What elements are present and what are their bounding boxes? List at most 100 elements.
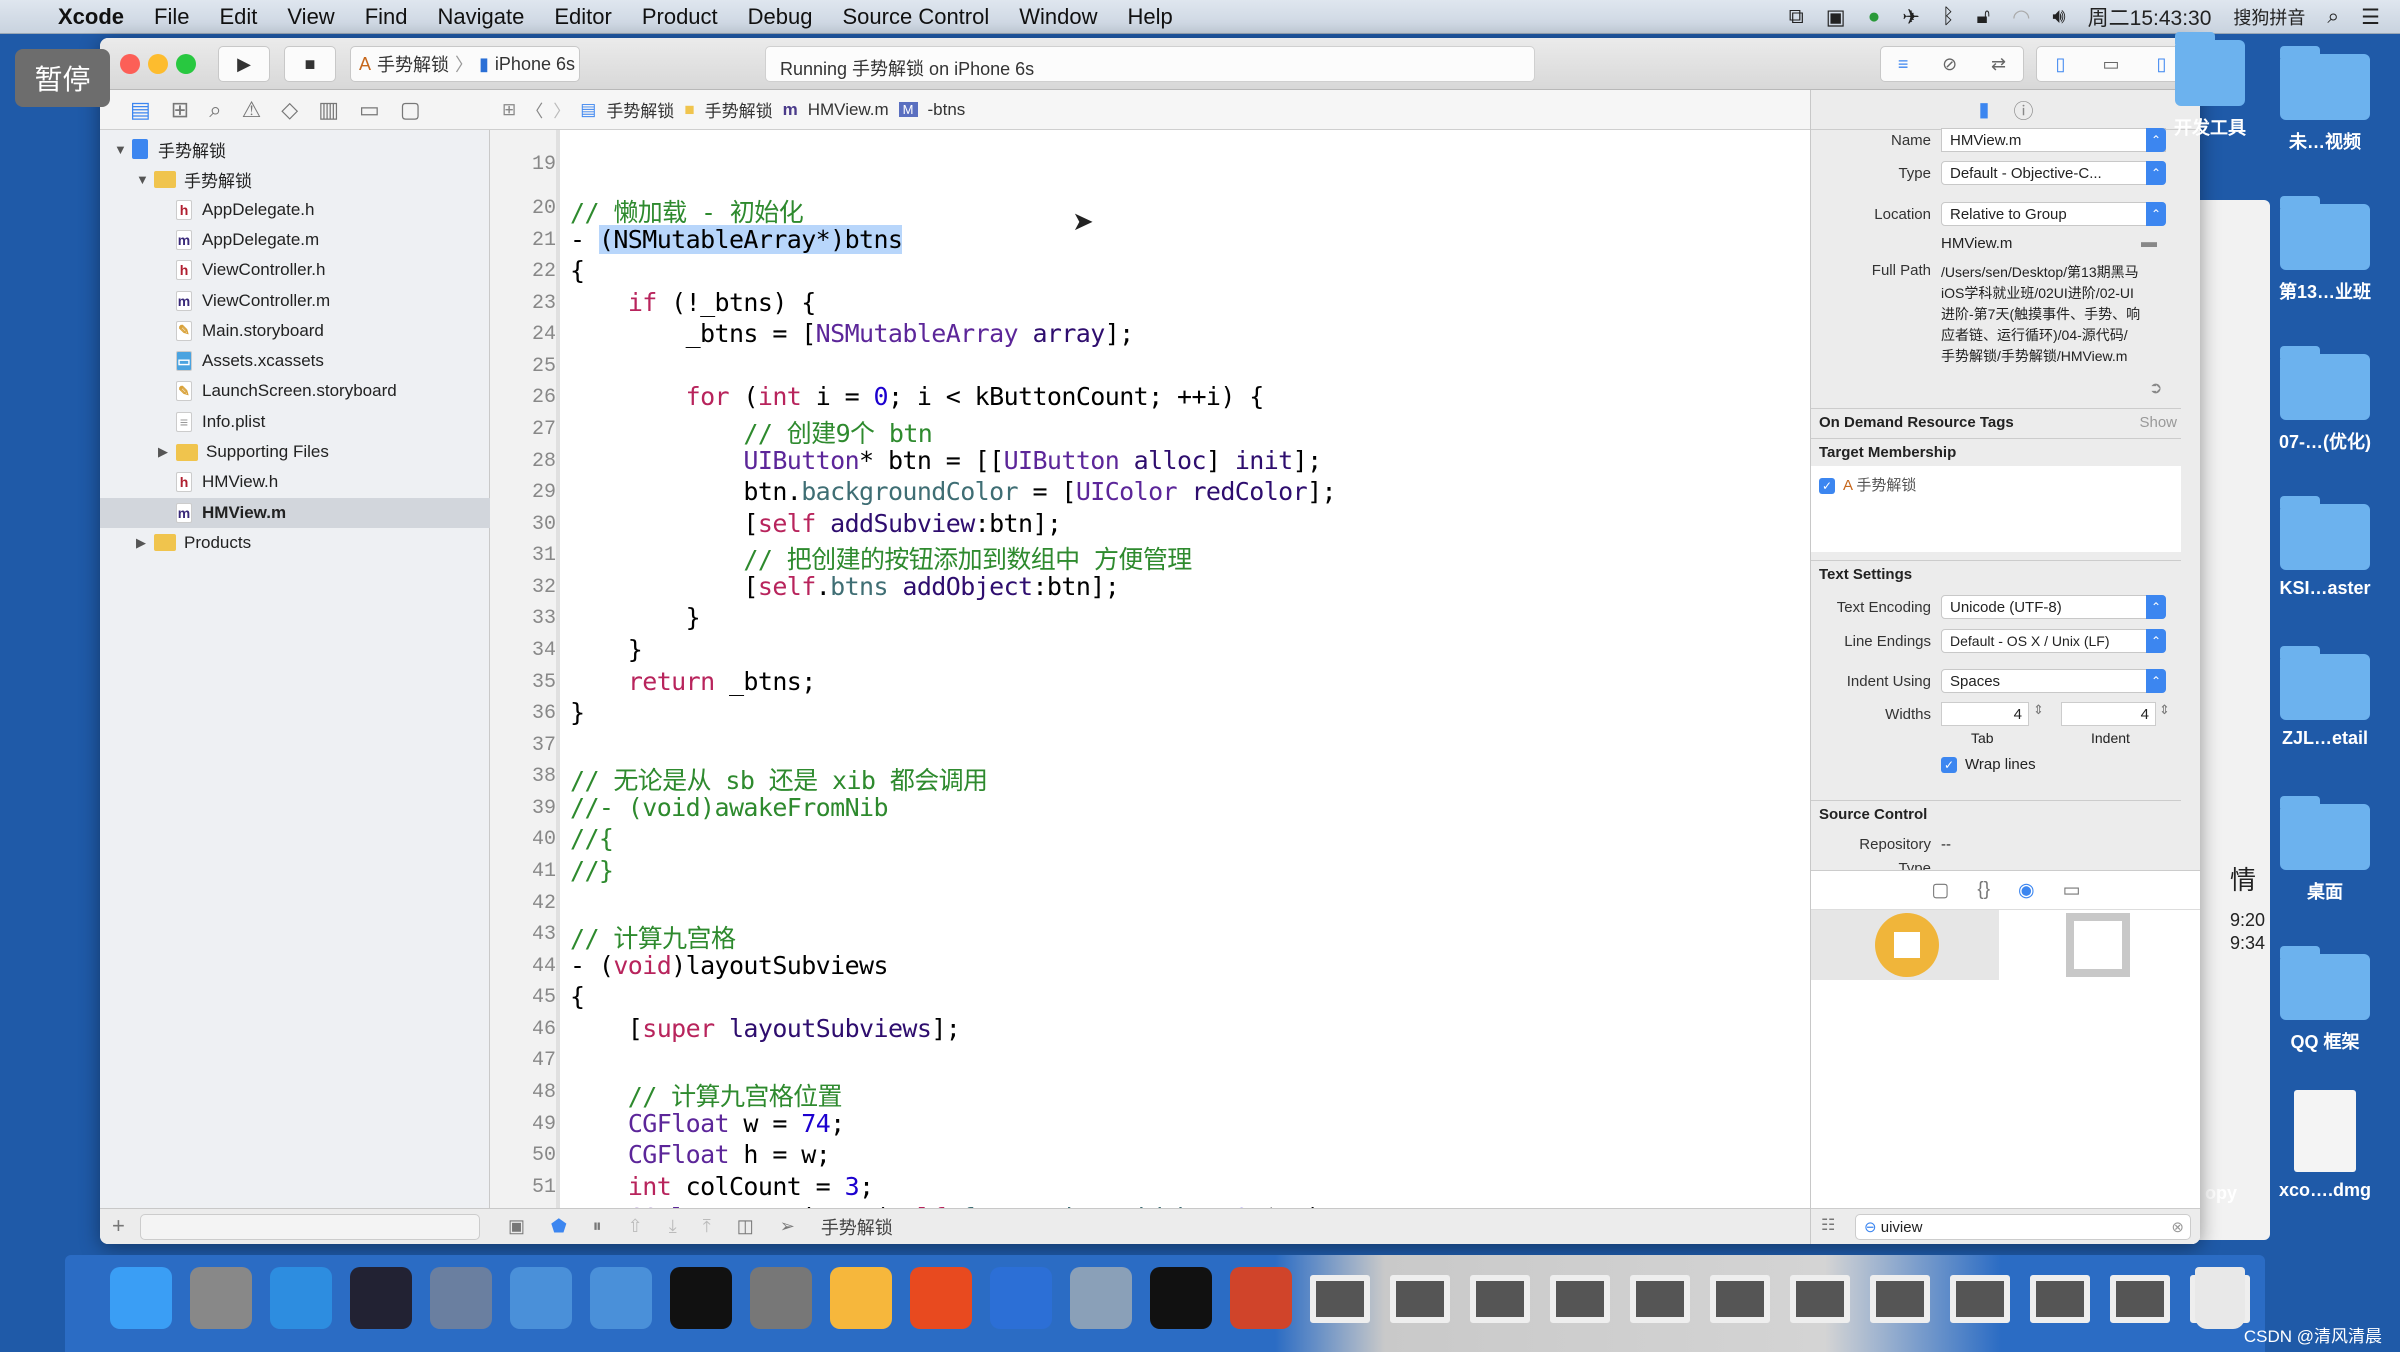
pause-icon[interactable]: ⏸ <box>593 1216 602 1237</box>
desktop-icon[interactable]: KSI…aster <box>2250 490 2400 599</box>
encoding-popup[interactable]: Unicode (UTF-8) <box>1941 595 2166 619</box>
navigator-item[interactable]: ▼ 手势解锁 <box>100 134 490 164</box>
navigator-item[interactable]: ▭ Assets.xcassets <box>100 346 490 376</box>
library-item-container-view[interactable] <box>2066 913 2130 977</box>
standard-editor-icon[interactable]: ≡ <box>1898 54 1909 75</box>
wrap-lines-checkbox[interactable]: ✓ Wrap lines <box>1941 756 2036 773</box>
step-into-icon[interactable]: ⤓ <box>669 1216 677 1237</box>
minimized-window-dock-icon[interactable] <box>1870 1275 1930 1323</box>
app-status-icon[interactable]: ● <box>1868 5 1881 29</box>
assistant-editor-icon[interactable]: ⊘ <box>1942 54 1957 75</box>
disclosure-closed-icon[interactable]: ▶ <box>158 444 176 460</box>
breakpoint-navigator-icon[interactable]: ▭ <box>359 97 380 123</box>
target-checkbox[interactable]: ✓ <box>1819 478 1835 494</box>
minimized-window-dock-icon[interactable] <box>2030 1275 2090 1323</box>
menu-debug[interactable]: Debug <box>748 4 813 30</box>
minimized-window-dock-icon[interactable] <box>1710 1275 1770 1323</box>
minimized-window-dock-icon[interactable] <box>1790 1275 1850 1323</box>
minimized-window-dock-icon[interactable] <box>1310 1275 1370 1323</box>
desktop-icon[interactable]: 第13…业班 <box>2250 190 2400 304</box>
navigator-item[interactable]: h ViewController.h <box>100 255 490 285</box>
media-library-icon[interactable]: ▭ <box>2063 879 2081 902</box>
navigator-item[interactable]: m HMView.m <box>100 497 490 528</box>
hide-debug-area-icon[interactable]: ▣ <box>508 1216 525 1237</box>
minimized-window-dock-icon[interactable] <box>1390 1275 1450 1323</box>
minimized-window-dock-icon[interactable] <box>1630 1275 1690 1323</box>
minimized-window-dock-icon[interactable] <box>1550 1275 1610 1323</box>
menu-window[interactable]: Window <box>1019 4 1097 30</box>
disclosure-open-icon[interactable]: ▼ <box>114 142 132 157</box>
menu-editor[interactable]: Editor <box>554 4 611 30</box>
pause-overlay[interactable]: 暂停 <box>15 49 110 107</box>
issue-navigator-icon[interactable]: ⚠ <box>242 97 262 123</box>
view-hierarchy-icon[interactable]: ◫ <box>737 1216 754 1237</box>
symbol-navigator-icon[interactable]: ⊞ <box>171 97 189 123</box>
desktop-icon[interactable]: xco….dmg <box>2250 1090 2400 1201</box>
system-preferences-dock-icon[interactable] <box>750 1267 812 1329</box>
finder-dock-icon[interactable] <box>110 1267 172 1329</box>
desktop-icon[interactable]: QQ 框架 <box>2250 940 2400 1054</box>
debug-navigator-icon[interactable]: ▥ <box>318 97 339 123</box>
project-navigator-icon[interactable]: ▤ <box>130 97 151 123</box>
desktop-icon[interactable]: 未…视频 <box>2250 40 2400 154</box>
stop-button[interactable]: ■ <box>284 46 336 82</box>
report-navigator-icon[interactable]: ▢ <box>400 97 421 123</box>
minimize-button[interactable] <box>148 54 168 74</box>
menu-file[interactable]: File <box>154 4 189 30</box>
menu-edit[interactable]: Edit <box>219 4 257 30</box>
find-navigator-icon[interactable]: ⌕ <box>209 97 221 123</box>
menu-navigate[interactable]: Navigate <box>438 4 525 30</box>
airplane-icon[interactable]: ✈ <box>1902 5 1920 30</box>
console-dock-icon[interactable] <box>1150 1267 1212 1329</box>
notification-center-icon[interactable]: ☰ <box>2361 5 2380 30</box>
source-editor[interactable]: 19 20 21 22 23 24 25 26 27 28 29 30 31 32 33 34 35 36 37 38… <box>490 130 1910 1208</box>
input-method[interactable]: 搜狗拼音 <box>2233 4 2305 30</box>
related-items-icon[interactable]: ⊞ <box>502 100 516 120</box>
desktop-icon[interactable]: 桌面 <box>2250 790 2400 904</box>
toggle-navigator-icon[interactable]: ▯ <box>2056 54 2066 75</box>
file-template-icon[interactable]: ▢ <box>1931 879 1949 902</box>
bluetooth-icon[interactable]: ᛒ <box>1942 5 1955 29</box>
desktop-icon[interactable]: ZJL…etail <box>2250 640 2400 749</box>
step-out-icon[interactable]: ⤒ <box>703 1216 711 1237</box>
indent-width-field[interactable]: 4 <box>2061 702 2156 726</box>
run-button[interactable]: ▶ <box>218 46 270 82</box>
jump-group[interactable]: 手势解锁 <box>705 97 773 122</box>
toggle-debug-icon[interactable]: ▭ <box>2102 54 2119 75</box>
library-filter-input[interactable]: ⊖ uiview ⊗ <box>1855 1214 2191 1240</box>
app-blue-red-dock-icon[interactable] <box>990 1267 1052 1329</box>
object-library-icon[interactable]: ◉ <box>2018 879 2035 902</box>
reveal-in-finder-icon[interactable]: ➲ <box>2149 378 2162 398</box>
navigator-item[interactable]: m AppDelegate.m <box>100 225 490 255</box>
show-button[interactable]: Show <box>2139 414 2177 431</box>
navigator-filter-input[interactable] <box>140 1214 480 1240</box>
list-view-icon[interactable]: ☷ <box>1821 1215 1835 1235</box>
simulator-dock-icon[interactable] <box>590 1267 652 1329</box>
minimized-window-dock-icon[interactable] <box>2110 1275 2170 1323</box>
folder-icon[interactable]: ▬ <box>2141 234 2157 252</box>
location-icon[interactable]: ➢ <box>780 1216 795 1237</box>
menu-app[interactable]: Xcode <box>58 4 124 30</box>
version-editor-icon[interactable]: ⇄ <box>1991 54 2006 75</box>
lock-icon[interactable]: 🔓︎ <box>1976 5 1990 29</box>
minimized-window-dock-icon[interactable] <box>1950 1275 2010 1323</box>
tab-width-field[interactable]: 4 <box>1941 702 2029 726</box>
spotlight-icon[interactable]: ⌕ <box>2327 5 2339 29</box>
wifi-icon[interactable]: ◠ <box>2012 5 2030 30</box>
navigator-item[interactable]: ✎ LaunchScreen.storyboard <box>100 376 490 406</box>
code-snippet-icon[interactable]: {} <box>1977 879 1990 901</box>
debug-target[interactable]: 手势解锁 <box>821 1214 893 1240</box>
safari-dock-icon[interactable] <box>270 1267 332 1329</box>
library-item-view[interactable] <box>1811 910 1999 980</box>
menu-product[interactable]: Product <box>642 4 718 30</box>
indent-stepper-icon[interactable]: ⇕ <box>2159 702 2170 718</box>
desktop-icon[interactable]: 07-…(优化) <box>2250 340 2400 454</box>
disclosure-closed-icon[interactable]: ▶ <box>136 535 154 551</box>
volume-icon[interactable]: 🔊︎ <box>2052 5 2065 29</box>
desktop-icon[interactable]: 开发工具 <box>2150 32 2270 140</box>
navigator-item[interactable]: h AppDelegate.h <box>100 195 490 225</box>
menu-find[interactable]: Find <box>365 4 408 30</box>
navigator-item[interactable]: ≡ Info.plist <box>100 407 490 437</box>
step-over-icon[interactable]: ⇧ <box>628 1216 643 1237</box>
mouse-app-dock-icon[interactable] <box>350 1267 412 1329</box>
